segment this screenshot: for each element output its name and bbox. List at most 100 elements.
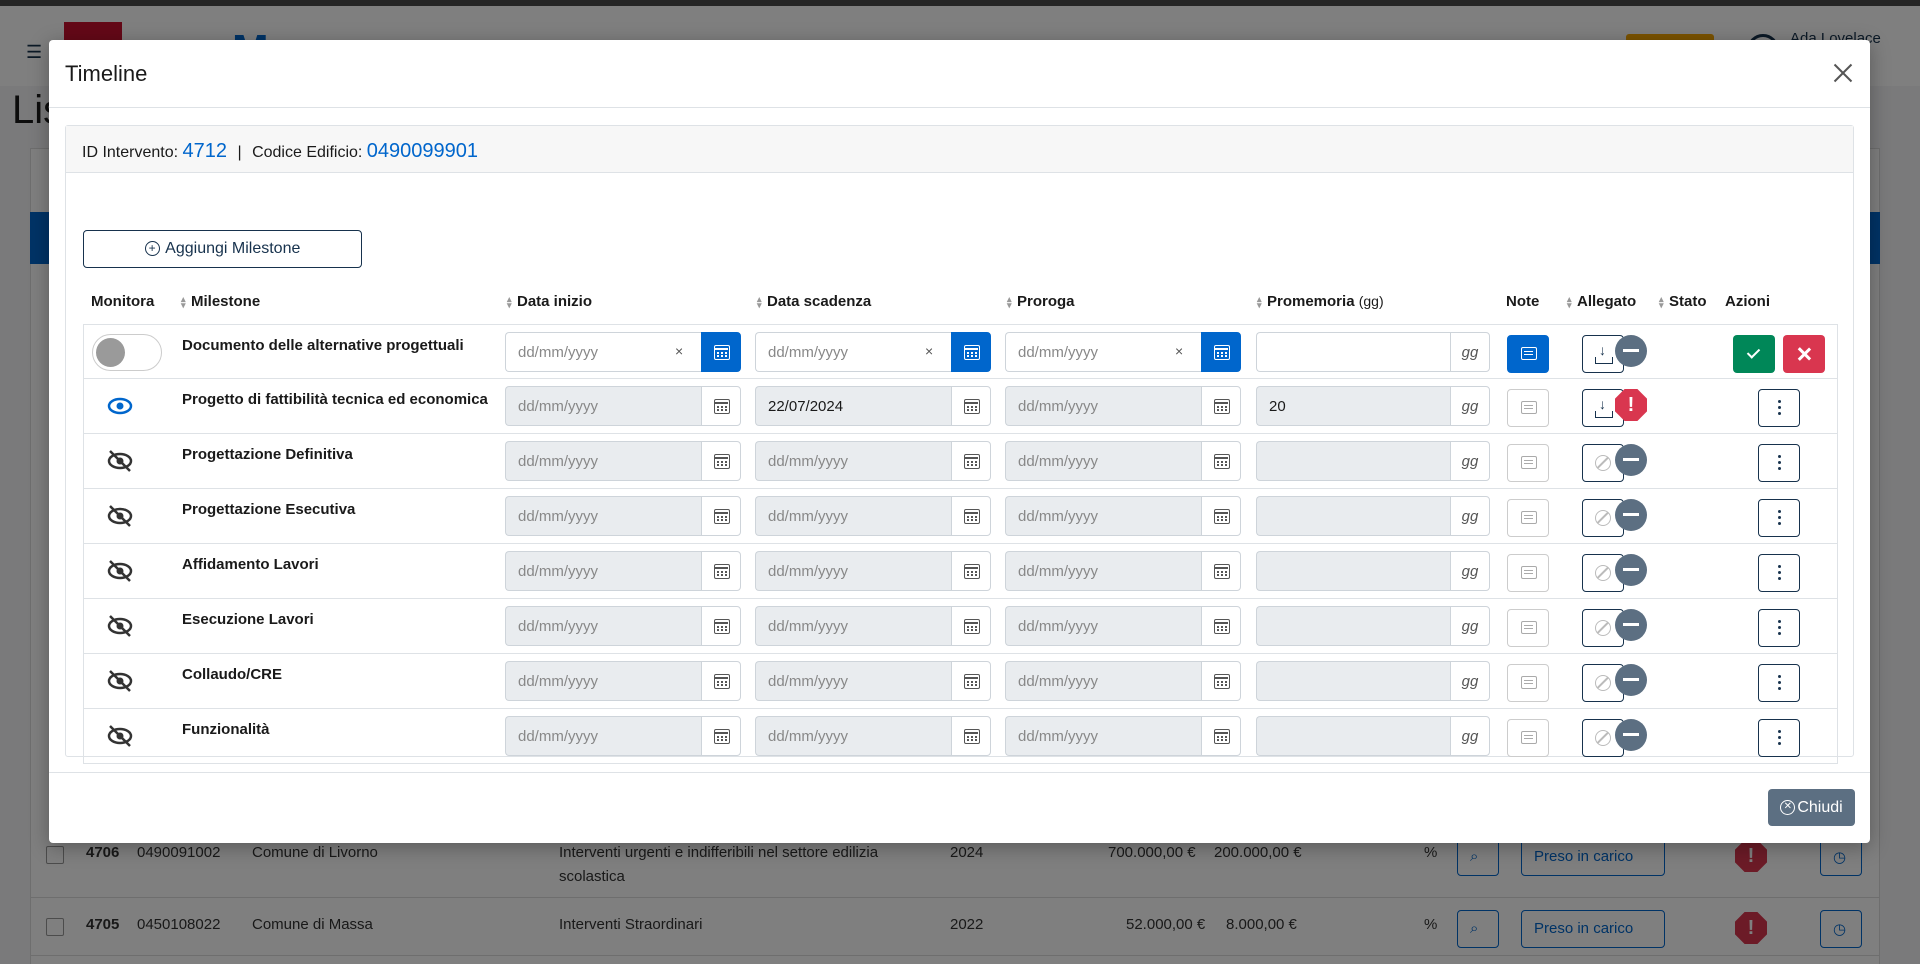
calendar-button[interactable] [1201, 441, 1241, 481]
proroga-input[interactable]: dd/mm/yyyy [1005, 606, 1201, 646]
calendar-button[interactable] [1201, 496, 1241, 536]
calendar-button[interactable] [951, 441, 991, 481]
monitor-toggle[interactable] [92, 334, 162, 371]
note-button[interactable] [1507, 664, 1549, 702]
actions-menu-button[interactable] [1758, 609, 1800, 647]
col-stato[interactable]: ▴ ▾ Stato [1659, 293, 1707, 310]
actions-menu-button[interactable] [1758, 719, 1800, 757]
calendar-button[interactable] [701, 386, 741, 426]
calendar-button[interactable] [701, 496, 741, 536]
col-milestone[interactable]: ▴ ▾ Milestone [181, 293, 260, 310]
calendar-button[interactable] [701, 716, 741, 756]
data-inizio-input[interactable]: dd/mm/yyyy [505, 551, 701, 591]
close-button[interactable]: ✕ Chiudi [1768, 789, 1855, 826]
proroga-input[interactable]: dd/mm/yyyy [1005, 332, 1201, 372]
data-scadenza-input[interactable]: dd/mm/yyyy [755, 496, 951, 536]
calendar-button[interactable] [701, 551, 741, 591]
promemoria-input[interactable] [1256, 551, 1450, 591]
calendar-button[interactable] [951, 332, 991, 372]
eye-icon[interactable] [107, 393, 133, 419]
data-scadenza-input[interactable]: dd/mm/yyyy [755, 606, 951, 646]
close-icon[interactable] [1830, 60, 1856, 86]
eye-slash-icon[interactable] [107, 558, 133, 584]
data-inizio-input[interactable]: dd/mm/yyyy [505, 441, 701, 481]
clear-icon[interactable]: × [675, 343, 683, 359]
promemoria-input[interactable] [1256, 661, 1450, 701]
promemoria-input[interactable]: 20 [1256, 386, 1450, 426]
data-scadenza-input[interactable]: dd/mm/yyyy [755, 661, 951, 701]
calendar-button[interactable] [1201, 551, 1241, 591]
note-button[interactable] [1507, 335, 1549, 373]
clear-icon[interactable]: × [1175, 343, 1183, 359]
calendar-button[interactable] [701, 661, 741, 701]
col-proroga[interactable]: ▴ ▾ Proroga [1007, 293, 1075, 310]
data-scadenza-input[interactable]: dd/mm/yyyy [755, 441, 951, 481]
promemoria-input[interactable] [1256, 716, 1450, 756]
calendar-icon [1214, 729, 1230, 744]
proroga-input[interactable]: dd/mm/yyyy [1005, 386, 1201, 426]
proroga-field: dd/mm/yyyy [1005, 716, 1241, 756]
milestone-row: Collaudo/CRE dd/mm/yyyy dd/mm/yyyy dd/mm… [83, 654, 1838, 709]
calendar-button[interactable] [701, 441, 741, 481]
eye-slash-icon[interactable] [107, 448, 133, 474]
note-button[interactable] [1507, 554, 1549, 592]
data-inizio-input[interactable]: dd/mm/yyyy [505, 661, 701, 701]
proroga-input[interactable]: dd/mm/yyyy [1005, 551, 1201, 591]
proroga-input[interactable]: dd/mm/yyyy [1005, 496, 1201, 536]
add-milestone-button[interactable]: + Aggiungi Milestone [83, 230, 362, 268]
data-inizio-input[interactable]: dd/mm/yyyy [505, 332, 701, 372]
note-button[interactable] [1507, 444, 1549, 482]
actions-menu-button[interactable] [1758, 664, 1800, 702]
promemoria-input[interactable] [1256, 496, 1450, 536]
clear-icon[interactable]: × [925, 343, 933, 359]
timeline-modal: Timeline ID Intervento: 4712 | Codice Ed… [49, 40, 1870, 843]
col-data-inizio[interactable]: ▴ ▾ Data inizio [507, 293, 592, 310]
calendar-button[interactable] [951, 386, 991, 426]
calendar-button[interactable] [951, 496, 991, 536]
calendar-button[interactable] [701, 606, 741, 646]
col-data-scadenza[interactable]: ▴ ▾ Data scadenza [757, 293, 871, 310]
confirm-button[interactable] [1733, 335, 1775, 373]
proroga-input[interactable]: dd/mm/yyyy [1005, 441, 1201, 481]
calendar-button[interactable] [951, 551, 991, 591]
calendar-button[interactable] [951, 716, 991, 756]
calendar-button[interactable] [1201, 386, 1241, 426]
data-inizio-input[interactable]: dd/mm/yyyy [505, 386, 701, 426]
calendar-icon [714, 619, 730, 634]
data-scadenza-input[interactable]: dd/mm/yyyy [755, 716, 951, 756]
eye-slash-icon[interactable] [107, 503, 133, 529]
note-button[interactable] [1507, 609, 1549, 647]
col-promemoria[interactable]: ▴ ▾ Promemoria (gg) [1257, 293, 1384, 310]
data-inizio-input[interactable]: dd/mm/yyyy [505, 606, 701, 646]
proroga-input[interactable]: dd/mm/yyyy [1005, 661, 1201, 701]
calendar-button[interactable] [1201, 332, 1241, 372]
actions-menu-button[interactable] [1758, 554, 1800, 592]
calendar-button[interactable] [1201, 716, 1241, 756]
data-inizio-input[interactable]: dd/mm/yyyy [505, 496, 701, 536]
cancel-button[interactable] [1783, 335, 1825, 373]
actions-menu-button[interactable] [1758, 499, 1800, 537]
promemoria-input[interactable] [1256, 332, 1450, 372]
col-allegato[interactable]: ▴ ▾ Allegato [1567, 293, 1636, 310]
actions-menu-button[interactable] [1758, 389, 1800, 427]
data-inizio-field: dd/mm/yyyy [505, 716, 741, 756]
data-scadenza-input[interactable]: dd/mm/yyyy [755, 332, 951, 372]
calendar-button[interactable] [701, 332, 741, 372]
note-button[interactable] [1507, 499, 1549, 537]
note-button[interactable] [1507, 719, 1549, 757]
promemoria-input[interactable] [1256, 441, 1450, 481]
promemoria-input[interactable] [1256, 606, 1450, 646]
data-scadenza-input[interactable]: 22/07/2024 [755, 386, 951, 426]
eye-slash-icon[interactable] [107, 668, 133, 694]
calendar-button[interactable] [951, 661, 991, 701]
data-scadenza-input[interactable]: dd/mm/yyyy [755, 551, 951, 591]
note-button[interactable] [1507, 389, 1549, 427]
eye-slash-icon[interactable] [107, 723, 133, 749]
proroga-input[interactable]: dd/mm/yyyy [1005, 716, 1201, 756]
calendar-button[interactable] [1201, 661, 1241, 701]
eye-slash-icon[interactable] [107, 613, 133, 639]
data-inizio-input[interactable]: dd/mm/yyyy [505, 716, 701, 756]
calendar-button[interactable] [951, 606, 991, 646]
actions-menu-button[interactable] [1758, 444, 1800, 482]
calendar-button[interactable] [1201, 606, 1241, 646]
